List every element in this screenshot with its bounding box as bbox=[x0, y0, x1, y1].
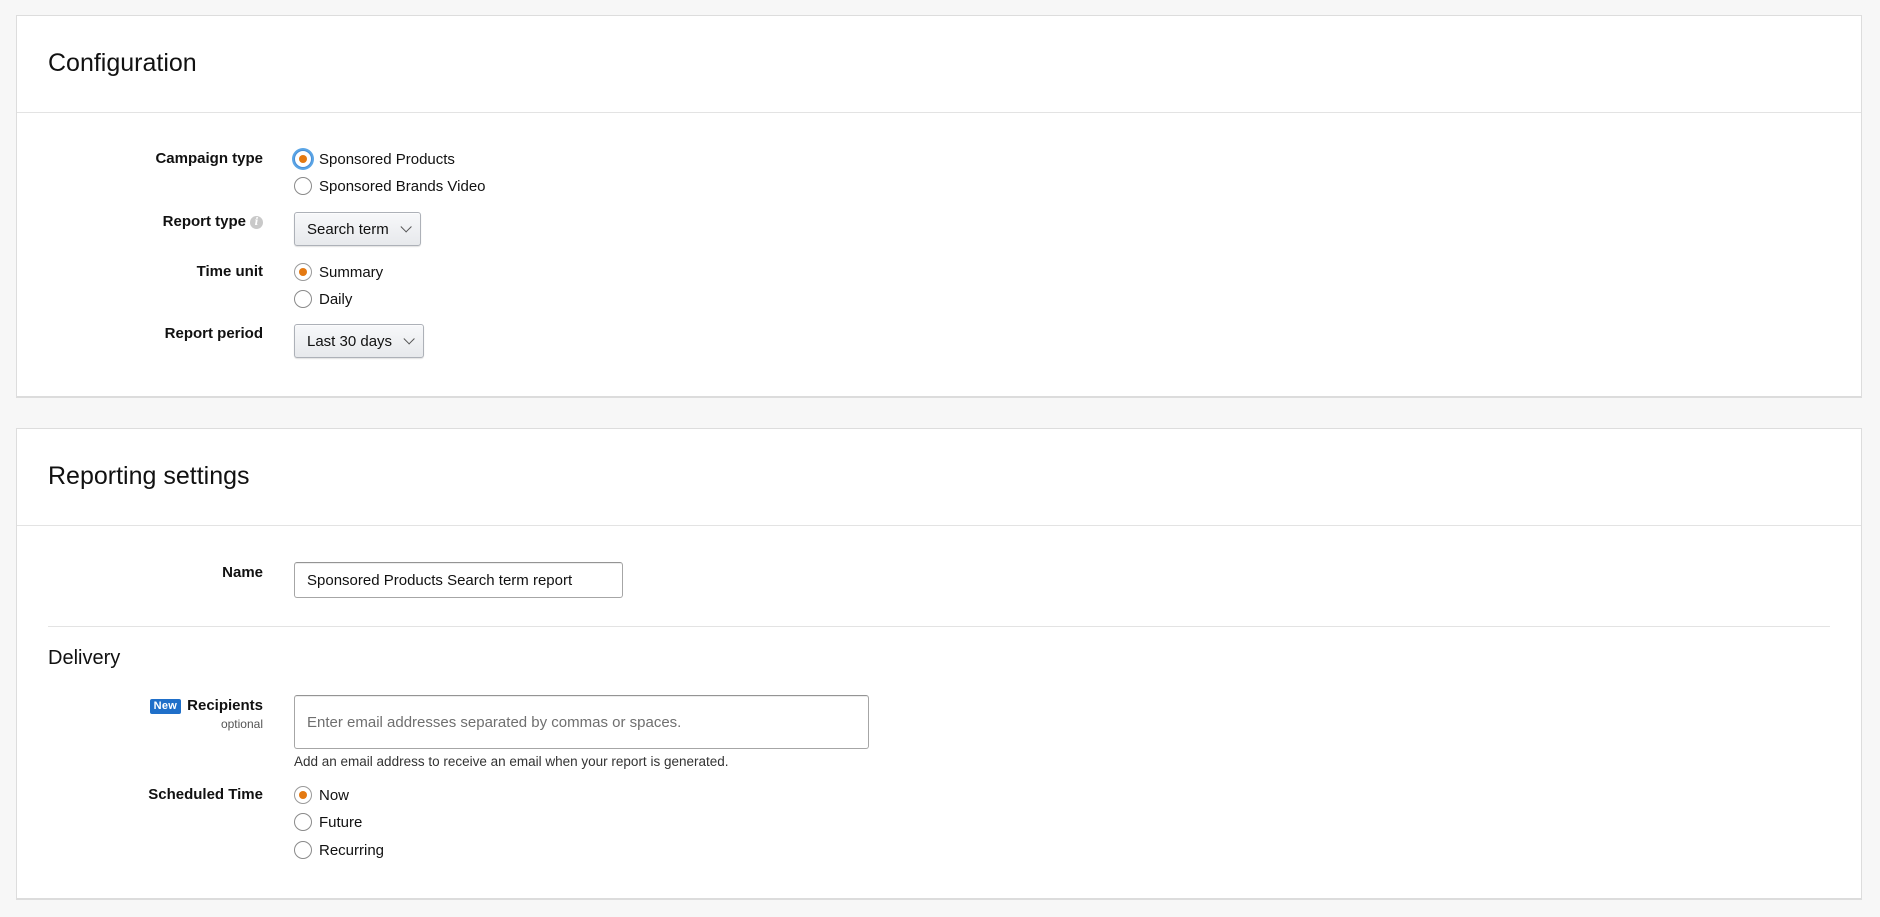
configuration-card: Configuration Campaign type Sponsored Pr… bbox=[16, 15, 1862, 398]
recipients-label: New Recipients bbox=[17, 697, 263, 714]
time-unit-label: Time unit bbox=[196, 263, 263, 280]
radio-label: Future bbox=[319, 813, 363, 831]
radio-summary[interactable]: Summary bbox=[294, 261, 383, 283]
radio-recurring[interactable]: Recurring bbox=[294, 839, 384, 861]
scheduled-time-label: Scheduled Time bbox=[148, 786, 263, 803]
radio-sponsored-products[interactable]: Sponsored Products bbox=[294, 148, 455, 170]
reporting-settings-title: Reporting settings bbox=[48, 462, 250, 490]
radio-button[interactable] bbox=[294, 177, 312, 195]
radio-future[interactable]: Future bbox=[294, 811, 362, 833]
radio-label: Recurring bbox=[319, 841, 385, 859]
radio-label: Daily bbox=[319, 290, 353, 308]
info-icon[interactable]: i bbox=[250, 215, 263, 229]
report-period-dropdown[interactable]: Last 30 days bbox=[294, 324, 425, 358]
radio-button[interactable] bbox=[294, 786, 312, 804]
radio-label: Now bbox=[319, 786, 350, 804]
recipients-label-text: Recipients bbox=[187, 697, 263, 714]
report-period-selected: Last 30 days bbox=[307, 332, 393, 350]
report-period-label: Report period bbox=[164, 325, 263, 342]
optional-hint: optional bbox=[220, 717, 263, 731]
report-type-label: Report type i bbox=[17, 213, 263, 230]
radio-daily[interactable]: Daily bbox=[294, 288, 352, 310]
radio-label: Sponsored Brands Video bbox=[319, 177, 486, 195]
recipients-email-input[interactable] bbox=[294, 695, 869, 749]
radio-label: Sponsored Products bbox=[319, 150, 455, 168]
radio-button[interactable] bbox=[294, 150, 312, 168]
radio-now[interactable]: Now bbox=[294, 784, 349, 806]
chevron-down-icon bbox=[400, 221, 412, 233]
report-type-selected: Search term bbox=[307, 220, 389, 238]
recipients-help-text: Add an email address to receive an email… bbox=[294, 754, 729, 769]
chevron-down-icon bbox=[403, 333, 415, 345]
radio-sponsored-brands-video[interactable]: Sponsored Brands Video bbox=[294, 175, 486, 197]
report-type-label-text: Report type bbox=[162, 213, 246, 230]
radio-button[interactable] bbox=[294, 813, 312, 831]
report-name-input[interactable] bbox=[294, 562, 623, 598]
section-divider bbox=[48, 626, 1830, 627]
report-type-dropdown[interactable]: Search term bbox=[294, 212, 421, 246]
new-badge: New bbox=[149, 699, 182, 714]
radio-button[interactable] bbox=[294, 841, 312, 859]
configuration-header: Configuration bbox=[17, 16, 1861, 113]
delivery-heading: Delivery bbox=[48, 647, 121, 669]
reporting-settings-card: Reporting settings Name Delivery New Reci… bbox=[16, 428, 1862, 900]
configuration-title: Configuration bbox=[48, 49, 197, 77]
radio-label: Summary bbox=[319, 263, 384, 281]
campaign-type-label: Campaign type bbox=[155, 150, 263, 167]
name-label: Name bbox=[222, 564, 263, 581]
radio-button[interactable] bbox=[294, 263, 312, 281]
reporting-settings-header: Reporting settings bbox=[17, 429, 1861, 526]
radio-button[interactable] bbox=[294, 290, 312, 308]
